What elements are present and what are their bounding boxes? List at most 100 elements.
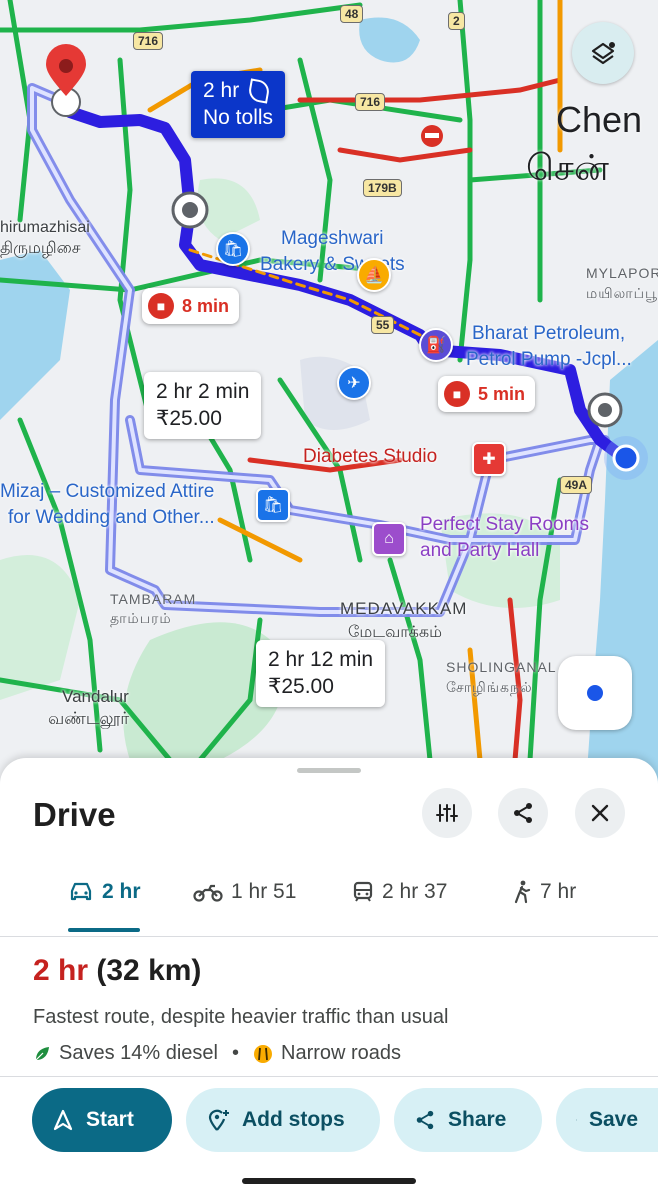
transit-icon: [353, 881, 373, 902]
airport-poi-icon[interactable]: ✈: [337, 366, 371, 400]
traffic-delay-tag[interactable]: ■ 8 min: [142, 288, 240, 324]
place-label: சோழிங்கநல்: [446, 679, 533, 695]
route-summary: 2 hr (32 km): [33, 954, 201, 988]
poi-label[interactable]: Diabetes Studio: [303, 446, 437, 468]
place-label: SHOLINGANAL: [446, 659, 557, 675]
directions-bottom-sheet: Drive 2 hr 1 hr 51 2 hr 37 7 hr 2 hr (32…: [0, 758, 658, 1200]
travel-mode-tabs: 2 hr 1 hr 51 2 hr 37 7 hr: [0, 858, 658, 937]
poi-label[interactable]: and Party Hall: [420, 540, 539, 562]
route-time: 2 hr: [203, 79, 240, 102]
poi-label[interactable]: Petrol Pump -Jcpl...: [466, 349, 632, 371]
shopping-poi-icon[interactable]: 🛍: [256, 488, 290, 522]
place-label: திருமழிசை: [0, 240, 81, 257]
medical-poi-icon[interactable]: ✚: [472, 442, 506, 476]
active-tab-indicator: [68, 928, 140, 932]
start-button[interactable]: Start: [32, 1088, 172, 1152]
route-toll: ₹25.00: [268, 675, 334, 699]
ferry-poi-icon[interactable]: ⛵: [357, 258, 391, 292]
share-icon: [416, 1110, 434, 1130]
share-button[interactable]: Share: [394, 1088, 542, 1152]
navigation-arrow-icon: [53, 1109, 73, 1131]
route-description: Fastest route, despite heavier traffic t…: [33, 1006, 449, 1028]
add-stops-label: Add stops: [242, 1108, 345, 1131]
tab-motorbike[interactable]: 1 hr 51: [193, 880, 296, 904]
eco-leaf-icon: [35, 1046, 49, 1060]
highway-shield: 48: [340, 5, 364, 23]
place-label: தாம்பரம்: [110, 610, 172, 626]
layers-button[interactable]: [572, 22, 634, 84]
highway-shield: 179B: [363, 179, 402, 197]
place-label: Vandalur: [62, 687, 129, 706]
alternate-route-callout[interactable]: 2 hr 2 min ₹25.00: [144, 372, 262, 439]
divider: [0, 1076, 658, 1077]
share-icon: [514, 803, 532, 823]
layers-icon: [591, 42, 615, 65]
highway-shield: 49A: [560, 476, 593, 494]
traffic-car-icon: ■: [148, 293, 174, 319]
place-label: MEDAVAKKAM: [340, 599, 468, 618]
city-label: Chen: [556, 99, 643, 140]
share-route-button[interactable]: [498, 788, 548, 838]
drag-handle[interactable]: [297, 768, 361, 773]
poi-label[interactable]: Perfect Stay Rooms: [420, 514, 589, 536]
road-warning: Narrow roads: [281, 1042, 402, 1064]
primary-route-callout[interactable]: 2 hr No tolls: [191, 71, 286, 138]
place-label: மேடவாக்கம்: [348, 624, 442, 641]
highway-shield: 2: [448, 12, 465, 30]
traffic-car-icon: ■: [444, 381, 470, 407]
map-view[interactable]: 716 48 2 716 179B 55 49A Chen சென் hirum…: [0, 0, 658, 800]
tab-label: 2 hr: [102, 880, 141, 903]
place-label: MYLAPOR: [586, 265, 658, 281]
walk-icon: [514, 880, 531, 904]
close-button[interactable]: [575, 788, 625, 838]
traffic-delay-tag[interactable]: ■ 5 min: [438, 376, 536, 412]
car-icon: [70, 882, 92, 901]
city-label-tamil: சென்: [526, 147, 609, 188]
route-time: 2 hr 12 min: [268, 648, 374, 671]
route-note: No tolls: [203, 106, 274, 130]
route-time: 2 hr 2 min: [156, 380, 250, 403]
highway-shield: 55: [371, 316, 395, 334]
add-location-icon: [208, 1109, 229, 1131]
place-label: hirumazhisai: [0, 219, 90, 236]
tab-transit[interactable]: 2 hr 37: [352, 880, 447, 904]
tab-walk[interactable]: 7 hr: [512, 880, 576, 904]
bookmark-icon: [576, 1119, 577, 1121]
place-label: வண்டலூர்: [48, 709, 130, 728]
fuel-poi-icon[interactable]: ⛽: [419, 328, 453, 362]
close-icon: [591, 804, 609, 822]
poi-label[interactable]: for Wedding and Other...: [8, 507, 215, 529]
summary-time: 2 hr: [33, 954, 89, 987]
save-button[interactable]: Save: [556, 1088, 658, 1152]
narrow-road-icon: [254, 1044, 272, 1063]
eco-leaf-icon: [247, 78, 271, 104]
save-label: Save: [588, 1108, 638, 1131]
tab-drive[interactable]: 2 hr: [68, 880, 141, 904]
tab-label: 2 hr 37: [382, 880, 448, 903]
route-badges: Saves 14% diesel • Narrow roads: [33, 1042, 401, 1065]
separator-dot: •: [231, 1042, 239, 1064]
add-stops-button[interactable]: Add stops: [186, 1088, 380, 1152]
poi-label[interactable]: Mizaj – Customized Attire: [0, 481, 214, 503]
poi-label[interactable]: Bharat Petroleum,: [472, 323, 625, 345]
shopping-poi-icon[interactable]: 🛍: [216, 232, 250, 266]
highway-shield: 716: [133, 32, 164, 50]
hotel-poi-icon[interactable]: ⌂: [372, 522, 406, 556]
place-label: மயிலாப்பூ: [586, 285, 658, 301]
tab-label: 7 hr: [540, 880, 577, 903]
highway-shield: 716: [355, 93, 386, 111]
my-location-button[interactable]: [558, 656, 632, 730]
place-label: TAMBARAM: [110, 591, 197, 607]
share-label: Share: [448, 1108, 507, 1131]
route-toll: ₹25.00: [156, 407, 222, 431]
summary-distance: (32 km): [96, 954, 202, 987]
my-location-icon: [587, 685, 603, 701]
start-label: Start: [86, 1108, 134, 1131]
poi-label[interactable]: Mageshwari: [281, 228, 383, 250]
alternate-route-callout[interactable]: 2 hr 12 min ₹25.00: [256, 640, 386, 707]
route-options-button[interactable]: [422, 788, 472, 838]
motorbike-icon: [193, 884, 223, 902]
tab-label: 1 hr 51: [231, 880, 297, 903]
eco-savings: Saves 14% diesel: [59, 1042, 218, 1064]
delay-label: 5 min: [478, 383, 526, 404]
